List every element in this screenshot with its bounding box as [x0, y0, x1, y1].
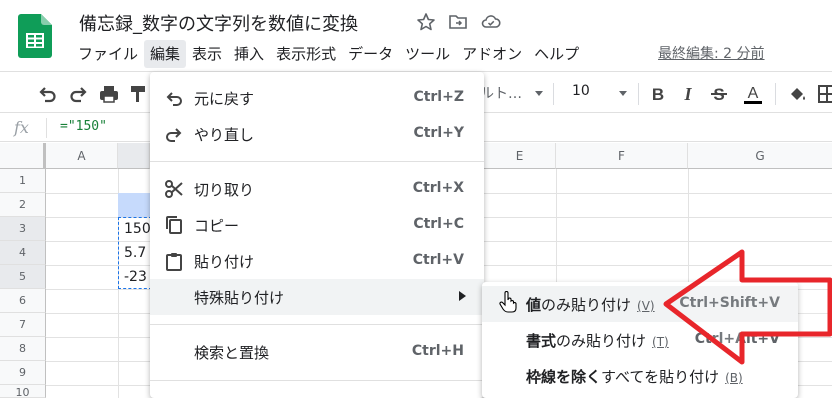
- menu-data[interactable]: データ: [342, 40, 399, 68]
- column-header-b[interactable]: [118, 143, 150, 169]
- print-icon[interactable]: [98, 83, 120, 105]
- cloud-saved-icon[interactable]: [481, 12, 501, 32]
- borders-icon[interactable]: [816, 83, 832, 105]
- fx-icon: fx: [14, 118, 29, 137]
- sheets-logo-icon[interactable]: [18, 14, 52, 58]
- menu-item-redo[interactable]: やり直し Ctrl+Y: [150, 116, 484, 152]
- menu-item-undo[interactable]: 元に戻す Ctrl+Z: [150, 80, 484, 116]
- menu-item-label: 枠線を除くすべてを貼り付け (B): [526, 368, 743, 386]
- menu-addons[interactable]: アドオン: [456, 40, 528, 68]
- clipboard-icon: [166, 253, 182, 271]
- italic-icon[interactable]: I: [677, 83, 699, 105]
- chevron-down-icon[interactable]: [534, 90, 544, 98]
- toolbar-divider: [775, 83, 776, 105]
- edit-menu-dropdown: 元に戻す Ctrl+Z やり直し Ctrl+Y 切り取り Ctrl+X コピー …: [150, 72, 484, 398]
- column-header-g[interactable]: G: [688, 143, 832, 169]
- row-header[interactable]: 10: [0, 385, 46, 398]
- svg-text:B: B: [652, 85, 664, 104]
- strikethrough-icon[interactable]: S: [708, 83, 730, 105]
- menu-item-label: 特殊貼り付け: [194, 289, 285, 307]
- menu-item-label: コピー: [194, 217, 240, 235]
- star-icon[interactable]: [416, 12, 436, 32]
- menu-item-label: 検索と置換: [194, 344, 270, 362]
- undo-icon: [166, 92, 182, 106]
- row-header[interactable]: 2: [0, 193, 46, 217]
- select-all-corner[interactable]: [0, 143, 46, 169]
- font-family-select[interactable]: ルト…: [480, 83, 522, 103]
- menu-item-paste-special[interactable]: 特殊貼り付け: [150, 279, 484, 315]
- column-header-a[interactable]: A: [46, 143, 118, 169]
- formula-divider: [46, 118, 47, 138]
- menu-item-label: 値のみ貼り付け (V): [526, 296, 655, 314]
- cell-b5[interactable]: -23: [124, 269, 147, 285]
- scissors-icon: [165, 180, 183, 198]
- menu-item-label: やり直し: [194, 126, 255, 144]
- menu-tools[interactable]: ツール: [399, 40, 456, 68]
- row-header[interactable]: 9: [0, 361, 46, 385]
- text-color-icon[interactable]: A: [742, 83, 764, 105]
- column-header-f[interactable]: F: [556, 143, 688, 169]
- menu-item-shortcut: Ctrl+Y: [413, 125, 464, 141]
- document-title[interactable]: 備忘録_数字の文字列を数値に変換: [79, 10, 358, 36]
- row-header[interactable]: 5: [0, 265, 46, 289]
- row-header[interactable]: 4: [0, 241, 46, 265]
- menu-item-copy[interactable]: コピー Ctrl+C: [150, 207, 484, 243]
- menu-help[interactable]: ヘルプ: [528, 40, 585, 68]
- menu-item-label: 切り取り: [194, 181, 255, 199]
- menu-bar: ファイル 編集 表示 挿入 表示形式 データ ツール アドオン ヘルプ: [72, 40, 585, 68]
- paint-format-icon[interactable]: [130, 83, 146, 105]
- fill-color-icon[interactable]: [786, 83, 808, 105]
- svg-text:A: A: [748, 85, 759, 102]
- menu-item-shortcut: Ctrl+V: [412, 252, 464, 268]
- menu-format[interactable]: 表示形式: [270, 40, 342, 68]
- font-size-select[interactable]: 10: [572, 83, 590, 99]
- chevron-down-icon[interactable]: [618, 90, 628, 98]
- menu-edit[interactable]: 編集: [144, 40, 187, 68]
- last-edit-link[interactable]: 最終編集: 2 分前: [658, 43, 765, 63]
- menu-item-paste[interactable]: 貼り付け Ctrl+V: [150, 243, 484, 279]
- menu-item-shortcut: Ctrl+C: [413, 216, 464, 232]
- cell-b2-selected[interactable]: [118, 193, 150, 217]
- row-header[interactable]: 1: [0, 169, 46, 193]
- menu-item-find-replace[interactable]: 検索と置換 Ctrl+H: [150, 334, 484, 370]
- redo-icon: [166, 128, 182, 142]
- cell-b3[interactable]: 150: [124, 221, 151, 237]
- bold-icon[interactable]: B: [647, 83, 669, 105]
- menu-divider: [150, 161, 484, 162]
- toolbar-divider: [553, 83, 554, 105]
- menu-item-label: 書式のみ貼り付け (T): [526, 332, 669, 350]
- red-arrow-annotation-icon: [663, 249, 832, 365]
- menu-view[interactable]: 表示: [186, 40, 228, 68]
- cell-b4[interactable]: 5.7: [124, 245, 146, 261]
- copy-icon: [166, 216, 182, 234]
- menu-divider: [150, 380, 484, 381]
- menu-item-label: 元に戻す: [194, 90, 255, 108]
- row-header[interactable]: 7: [0, 313, 46, 337]
- menu-item-cut[interactable]: 切り取り Ctrl+X: [150, 171, 484, 207]
- hand-cursor-icon: [499, 291, 517, 313]
- menu-item-shortcut: Ctrl+X: [412, 180, 464, 196]
- app-header: 備忘録_数字の文字列を数値に変換 ファイル 編集 表示 挿入 表示形式 データ …: [0, 0, 832, 72]
- row-header[interactable]: 3: [0, 217, 46, 241]
- menu-item-label: 貼り付け: [194, 253, 255, 271]
- toolbar-divider: [638, 83, 639, 105]
- move-to-folder-icon[interactable]: [448, 12, 468, 32]
- column-header-e[interactable]: E: [484, 143, 556, 169]
- menu-file[interactable]: ファイル: [72, 40, 144, 68]
- formula-input[interactable]: ="150": [60, 119, 107, 134]
- menu-insert[interactable]: 挿入: [228, 40, 270, 68]
- row-header[interactable]: 6: [0, 289, 46, 313]
- menu-item-shortcut: Ctrl+Z: [413, 89, 464, 105]
- undo-icon[interactable]: [36, 83, 58, 105]
- svg-text:I: I: [683, 84, 692, 104]
- row-header[interactable]: 8: [0, 337, 46, 361]
- menu-divider: [150, 324, 484, 325]
- redo-icon[interactable]: [68, 83, 90, 105]
- menu-item-shortcut: Ctrl+H: [411, 343, 464, 359]
- submenu-arrow-icon: [459, 291, 466, 301]
